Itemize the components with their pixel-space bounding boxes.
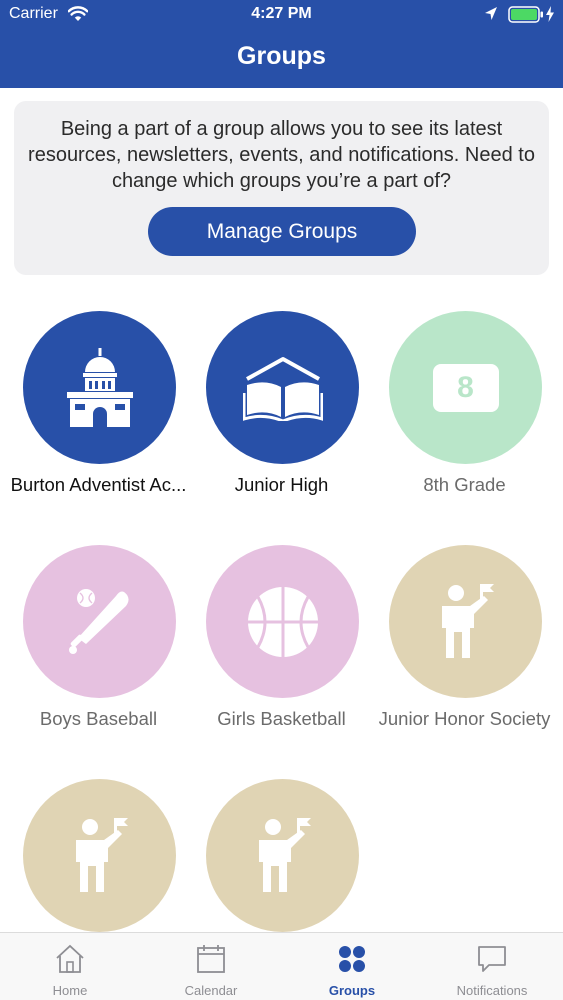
person-flag-icon (75, 817, 128, 892)
group-tile-burton-adventist[interactable]: Burton Adventist Ac... (7, 311, 190, 541)
group-circle[interactable]: 8 (389, 311, 542, 464)
tab-label: Calendar (184, 983, 238, 998)
tab-notifications[interactable]: Notifications (422, 933, 562, 1000)
battery-icon (508, 6, 544, 28)
header: Carrier 4:27 PM Groups (0, 0, 563, 88)
status-bar: Carrier 4:27 PM (0, 0, 563, 30)
person-flag-icon (441, 583, 494, 658)
groups-grid-icon (339, 946, 365, 972)
group-circle[interactable] (23, 779, 176, 932)
group-circle[interactable] (389, 545, 542, 698)
tab-calendar[interactable]: Calendar (141, 933, 281, 1000)
group-label: Junior High (234, 474, 329, 495)
tab-label: Home (52, 983, 88, 998)
group-circle[interactable] (23, 311, 176, 464)
home-icon (56, 944, 84, 973)
group-label: Boys Baseball (39, 708, 158, 729)
group-circle[interactable] (206, 545, 359, 698)
group-circle[interactable] (206, 779, 359, 932)
school-building-icon (66, 347, 133, 427)
calendar-icon (197, 945, 225, 973)
grade-badge-text: 8 (457, 370, 474, 404)
location-arrow-icon (484, 6, 498, 27)
manage-groups-card: Being a part of a group allows you to se… (14, 101, 549, 275)
group-tile-boys-baseball[interactable]: Boys Baseball (7, 545, 190, 775)
tab-home[interactable]: Home (0, 933, 140, 1000)
tab-groups[interactable]: Groups (282, 933, 422, 1000)
group-tile-8th-grade[interactable]: 8 8th Grade (373, 311, 556, 541)
clock-time: 4:27 PM (251, 5, 312, 22)
group-tile-junior-honor-society[interactable]: Junior Honor Society (373, 545, 556, 775)
page-title: Groups (237, 42, 326, 70)
person-flag-icon (258, 817, 311, 892)
baseball-bat-icon (68, 588, 129, 654)
group-circle[interactable] (206, 311, 359, 464)
grade-eight-icon: 8 (432, 363, 499, 412)
group-label: Junior Honor Society (378, 708, 551, 729)
group-label: 8th Grade (423, 474, 506, 495)
group-circle[interactable] (23, 545, 176, 698)
tab-label: Notifications (456, 983, 528, 998)
chat-bubble-icon (478, 946, 506, 972)
basketball-icon (247, 586, 318, 657)
group-tile-junior-high[interactable]: Junior High (190, 311, 373, 541)
charging-bolt-icon (545, 5, 555, 28)
open-book-icon (242, 356, 323, 421)
group-label: Burton Adventist Ac... (10, 474, 187, 495)
info-message: Being a part of a group allows you to se… (28, 118, 535, 192)
tab-label: Groups (328, 983, 376, 998)
tab-bar: Home Calendar Groups Notifications (0, 932, 563, 1000)
manage-groups-button[interactable]: Manage Groups (148, 207, 416, 256)
group-tile-girls-basketball[interactable]: Girls Basketball (190, 545, 373, 775)
group-label: Girls Basketball (217, 708, 346, 729)
